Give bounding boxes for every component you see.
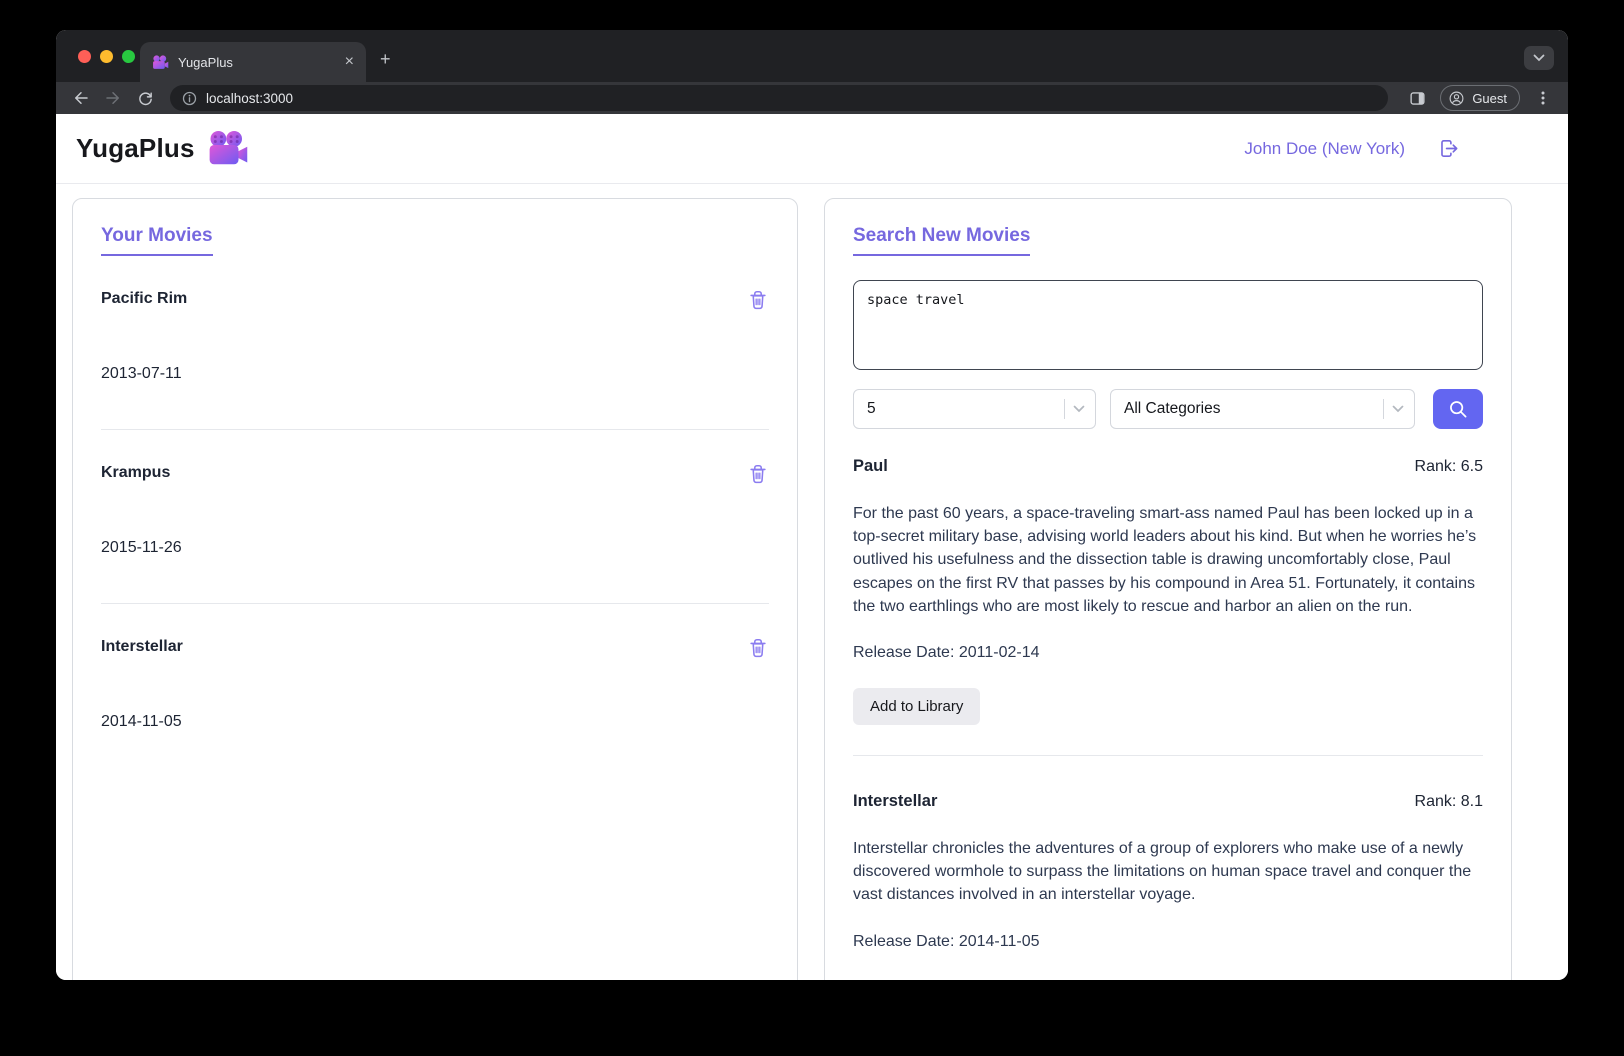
page-content: YugaPlus John Doe (New York) Your Movies… (56, 114, 1568, 980)
library-movie-row: Krampus 2015-11-26 (101, 429, 769, 557)
result-divider (853, 754, 1483, 756)
your-movies-title: Your Movies (101, 225, 213, 256)
movie-camera-logo-icon (207, 130, 249, 167)
url-text: localhost:3000 (206, 90, 294, 106)
result-limit-value: 5 (867, 400, 876, 417)
window-controls (78, 50, 135, 63)
tab-search-chevron-icon[interactable] (1524, 46, 1554, 70)
result-limit-select[interactable]: 5 (853, 389, 1096, 429)
delete-movie-button[interactable] (747, 462, 769, 489)
search-panel-title: Search New Movies (853, 225, 1031, 256)
delete-movie-button[interactable] (747, 288, 769, 315)
result-title: Paul (853, 457, 888, 475)
app-header: YugaPlus John Doe (New York) (56, 114, 1568, 184)
movie-release-date: 2015-11-26 (101, 539, 182, 556)
search-result-paul: Paul Rank: 6.5 For the past 60 years, a … (853, 457, 1483, 725)
desktop: YugaPlus × + localhost:3000 Guest YugaPl… (0, 0, 1624, 1056)
trash-icon (750, 638, 766, 658)
forward-icon[interactable] (100, 85, 126, 111)
result-description: For the past 60 years, a space-traveling… (853, 505, 1477, 615)
movie-title: Krampus (101, 464, 171, 481)
result-rank: Rank: 6.5 (1414, 458, 1483, 475)
result-title: Interstellar (853, 791, 938, 810)
profile-button[interactable]: Guest (1440, 85, 1520, 111)
search-results: Paul Rank: 6.5 For the past 60 years, a … (853, 457, 1483, 980)
profile-label: Guest (1472, 90, 1507, 106)
delete-movie-button[interactable] (747, 636, 769, 663)
category-value: All Categories (1124, 400, 1221, 417)
movie-title: Interstellar (101, 638, 183, 655)
new-tab-button[interactable]: + (380, 50, 391, 68)
tab-title: YugaPlus (178, 54, 233, 70)
select-divider (1383, 399, 1384, 419)
zoom-window-button[interactable] (122, 50, 135, 63)
user-name-label: John Doe (New York) (1244, 138, 1405, 158)
reload-icon[interactable] (132, 85, 158, 111)
back-icon[interactable] (68, 85, 94, 111)
main-content: Your Movies Pacific Rim 2013-07-11 Kramp… (56, 184, 1568, 980)
search-result-interstellar: Interstellar Rank: 8.1 Interstellar chro… (853, 792, 1483, 951)
guest-avatar-icon (1449, 91, 1464, 105)
tab-close-icon[interactable]: × (345, 54, 354, 70)
library-movie-row: Pacific Rim 2013-07-11 (101, 256, 769, 383)
browser-window: YugaPlus × + localhost:3000 Guest YugaPl… (56, 30, 1568, 980)
result-rank: Rank: 8.1 (1414, 792, 1483, 810)
side-panel-icon[interactable] (1404, 85, 1430, 111)
trash-icon (750, 290, 766, 310)
result-release-date: Release Date: 2014-11-05 (853, 932, 1040, 950)
select-divider (1064, 399, 1065, 419)
search-query-input[interactable]: space travel (853, 280, 1483, 370)
search-controls: 5 All Categories (853, 389, 1483, 429)
movie-release-date: 2014-11-05 (101, 713, 182, 730)
result-description: Interstellar chronicles the adventures o… (853, 839, 1472, 904)
category-select[interactable]: All Categories (1110, 389, 1415, 429)
movie-title: Pacific Rim (101, 290, 188, 307)
library-movie-row: Interstellar 2014-11-05 (101, 603, 769, 731)
site-info-icon[interactable] (182, 91, 197, 106)
logout-icon[interactable] (1437, 137, 1460, 160)
browser-toolbar: localhost:3000 Guest (56, 82, 1568, 114)
add-to-library-button[interactable]: Add to Library (853, 687, 981, 725)
address-bar[interactable]: localhost:3000 (170, 85, 1389, 111)
tab-strip: YugaPlus × + (56, 30, 1568, 82)
result-release-date: Release Date: 2011-02-14 (853, 643, 1040, 661)
search-panel: Search New Movies space travel 5 All Cat… (824, 198, 1512, 980)
movie-release-date: 2013-07-11 (101, 365, 182, 382)
minimize-window-button[interactable] (100, 50, 113, 63)
chevron-down-icon (1392, 405, 1404, 413)
tab-favicon-movie-camera-icon (152, 54, 169, 70)
search-icon (1450, 401, 1467, 418)
browser-menu-icon[interactable] (1530, 85, 1556, 111)
browser-tab-yugaplus[interactable]: YugaPlus × (140, 42, 366, 82)
trash-icon (750, 464, 766, 484)
search-button[interactable] (1433, 389, 1483, 429)
your-movies-panel: Your Movies Pacific Rim 2013-07-11 Kramp… (72, 198, 798, 980)
app-title: YugaPlus (76, 133, 195, 163)
chevron-down-icon (1073, 405, 1085, 413)
close-window-button[interactable] (78, 50, 91, 63)
